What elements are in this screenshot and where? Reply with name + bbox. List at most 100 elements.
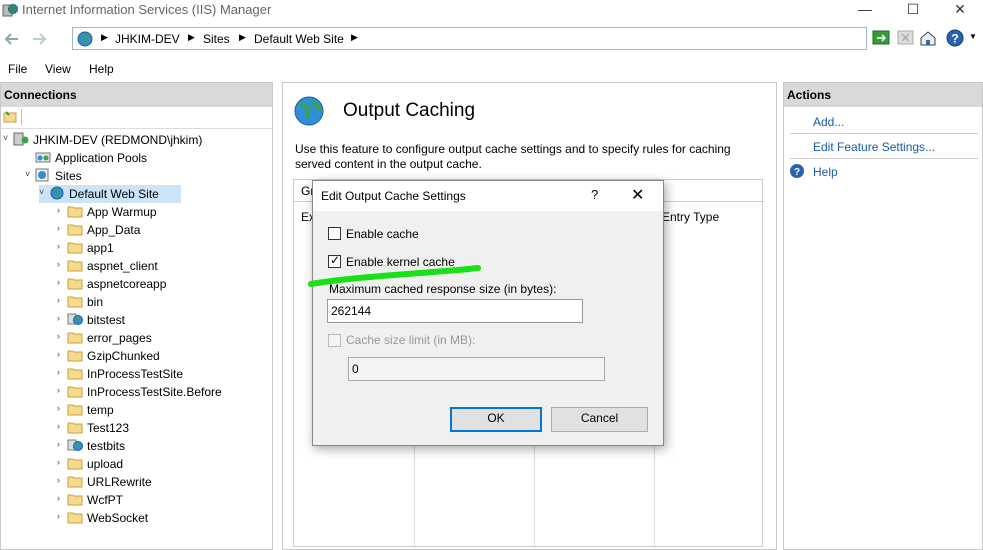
breadcrumb-server[interactable]: JHKIM-DEV [115,32,180,46]
folder-icon [67,492,83,506]
tree-item-label: error_pages [87,331,152,345]
window-title: Internet Information Services (IIS) Mana… [22,2,272,17]
enable-cache-checkbox[interactable] [328,227,341,240]
cache-size-limit-checkbox[interactable] [328,334,341,347]
tree-item-label: testbits [87,439,126,453]
expand-chevron-icon[interactable]: › [57,277,60,287]
connections-header: Connections [1,83,272,107]
ok-button[interactable]: OK [450,407,542,432]
folder-icon [67,330,83,344]
folder-icon [67,456,83,470]
tree-item[interactable]: ˅ Default Web Site [39,185,181,203]
tree-item-label: InProcessTestSite [87,367,184,381]
folder-icon [67,402,83,416]
folder-icon [67,510,83,524]
tree-item-label: Default Web Site [69,187,159,201]
max-response-size-input[interactable]: 262144 [327,299,583,323]
home-icon[interactable] [918,28,938,48]
feature-description: Use this feature to configure output cac… [295,142,731,171]
connect-icon[interactable] [3,110,17,124]
tree-item-label: JHKIM-DEV (REDMOND\jhkim) [33,133,203,147]
maximize-button[interactable]: ☐ [890,0,936,22]
action-help[interactable]: Help [813,165,838,179]
expand-chevron-icon[interactable]: › [57,223,60,233]
stop-icon[interactable] [896,28,916,48]
expand-chevron-icon[interactable]: › [57,241,60,251]
dialog-title-bar: Edit Output Cache Settings ? ✕ [313,181,663,211]
minimize-button[interactable]: — [842,0,888,22]
folder-icon [67,384,83,398]
help-icon[interactable]: ? [945,28,965,48]
collapse-chevron-icon[interactable]: ˅ [25,169,30,179]
expand-chevron-icon[interactable]: › [57,493,60,503]
back-arrow-icon[interactable] [2,28,24,50]
web-app-icon [67,312,83,326]
globe-icon [49,186,65,200]
cache-size-limit-input[interactable]: 0 [348,357,605,381]
dialog-help-button[interactable]: ? [591,187,598,202]
actions-divider [790,158,978,159]
collapse-chevron-icon[interactable]: ˅ [39,187,44,197]
collapse-chevron-icon[interactable]: ˅ [3,133,8,143]
action-add[interactable]: Add... [813,115,844,129]
expand-chevron-icon[interactable]: › [57,385,60,395]
expand-chevron-icon[interactable]: › [57,475,60,485]
tree-item-label: aspnetcoreapp [87,277,167,291]
action-edit-feature-settings[interactable]: Edit Feature Settings... [813,140,935,154]
tree-item-label: GzipChunked [87,349,160,363]
expand-chevron-icon[interactable]: › [57,421,60,431]
tree-item-label: WcfPT [87,493,123,507]
enable-kernel-cache-label[interactable]: Enable kernel cache [346,255,455,269]
enable-cache-label[interactable]: Enable cache [346,227,419,241]
expand-chevron-icon[interactable]: › [57,313,60,323]
folder-icon [67,222,83,236]
svg-text:?: ? [951,32,958,46]
folder-icon [67,366,83,380]
expand-chevron-icon[interactable]: › [57,439,60,449]
help-dropdown-chevron-icon[interactable]: ▼ [969,32,977,41]
expand-chevron-icon[interactable]: › [57,403,60,413]
breadcrumb-default-web-site[interactable]: Default Web Site [254,32,344,46]
sites-icon [35,168,51,182]
tree-item-label: App_Data [87,223,141,237]
grid-column-entry-type[interactable]: Entry Type [662,210,719,224]
tree-item-label: app1 [87,241,114,255]
expand-chevron-icon[interactable]: › [57,511,60,521]
help-icon: ? [790,164,804,178]
menu-view[interactable]: View [45,62,71,76]
connections-toolbar [1,107,272,129]
expand-chevron-icon[interactable]: › [57,331,60,341]
breadcrumb-separator: ▶ [351,32,358,42]
folder-icon [67,240,83,254]
refresh-icon[interactable] [872,28,892,48]
forward-arrow-icon[interactable] [28,28,50,50]
title-bar: Internet Information Services (IIS) Mana… [0,0,983,22]
expand-chevron-icon[interactable]: › [57,295,60,305]
close-button[interactable]: ✕ [937,0,983,22]
tree-item-label: bin [87,295,104,309]
menu-help[interactable]: Help [89,62,114,76]
actions-panel: Actions Add... Edit Feature Settings... … [783,82,983,550]
expand-chevron-icon[interactable]: › [57,205,60,215]
tree-item-label: InProcessTestSite.Before [87,385,222,399]
breadcrumb-separator: ▶ [239,32,246,42]
actions-divider [790,133,978,134]
expand-chevron-icon[interactable]: › [57,259,60,269]
dialog-close-button[interactable]: ✕ [631,185,644,205]
breadcrumb-sites[interactable]: Sites [203,32,230,46]
folder-icon [67,474,83,488]
folder-icon [67,258,83,272]
cancel-button[interactable]: Cancel [551,407,648,432]
toolbar-divider [21,109,22,125]
menu-file[interactable]: File [8,62,27,76]
address-bar[interactable]: ▶ JHKIM-DEV ▶ Sites ▶ Default Web Site ▶ [72,27,867,50]
expand-chevron-icon[interactable]: › [57,349,60,359]
enable-kernel-cache-checkbox[interactable] [328,253,341,268]
server-icon [13,132,29,146]
tree-item-label: URLRewrite [87,475,152,489]
expand-chevron-icon[interactable]: › [57,367,60,377]
max-response-size-label: Maximum cached response size (in bytes): [329,282,557,296]
expand-chevron-icon[interactable]: › [57,457,60,467]
navigation-bar: ▶ JHKIM-DEV ▶ Sites ▶ Default Web Site ▶… [0,22,983,56]
connections-panel: Connections ˅ JHKIM-DEV (REDMOND\jhkim) Ap… [0,82,273,550]
